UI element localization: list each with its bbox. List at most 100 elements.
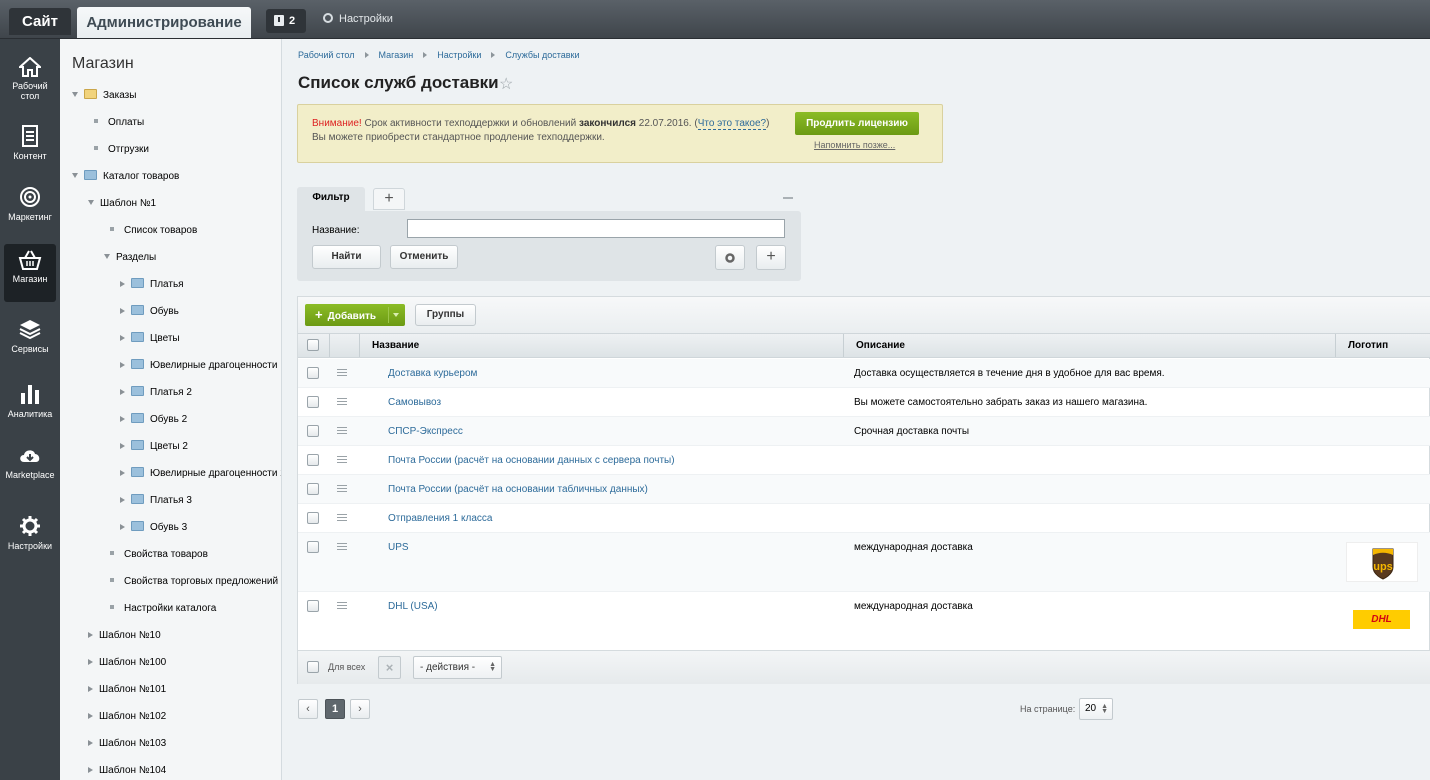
chevron-down-icon[interactable]	[88, 200, 94, 205]
chevron-right-icon[interactable]	[120, 416, 125, 422]
column-header-description[interactable]: Описание	[843, 334, 1335, 357]
current-page[interactable]: 1	[325, 699, 345, 719]
row-checkbox[interactable]	[307, 367, 319, 379]
drag-handle-icon[interactable]	[337, 485, 347, 492]
add-filter-tab-button[interactable]: +	[373, 188, 405, 210]
drag-handle-icon[interactable]	[337, 398, 347, 405]
find-button[interactable]: Найти	[312, 245, 381, 269]
minimize-icon[interactable]	[783, 197, 793, 199]
tree-item[interactable]: Список товаров	[104, 222, 197, 240]
drag-handle-icon[interactable]	[337, 456, 347, 463]
tab-site[interactable]: Сайт	[9, 8, 71, 35]
for-all-checkbox[interactable]	[307, 661, 319, 673]
renew-license-button[interactable]: Продлить лицензию	[795, 112, 919, 135]
prev-page-button[interactable]: ‹	[298, 699, 318, 719]
chevron-right-icon[interactable]	[88, 713, 93, 719]
row-checkbox[interactable]	[307, 396, 319, 408]
table-row[interactable]: UPS международная доставка ups	[298, 533, 1430, 592]
row-checkbox[interactable]	[307, 541, 319, 553]
nav-settings[interactable]: Настройки	[4, 509, 56, 567]
tree-item[interactable]: Цветы 2	[120, 438, 188, 456]
row-checkbox[interactable]	[307, 454, 319, 466]
chevron-right-icon[interactable]	[120, 443, 125, 449]
nav-analytics[interactable]: Аналитика	[4, 377, 56, 435]
drag-handle-icon[interactable]	[337, 427, 347, 434]
row-checkbox[interactable]	[307, 512, 319, 524]
nav-content[interactable]: Контент	[4, 119, 56, 177]
column-header-name[interactable]: Название	[359, 334, 843, 357]
add-field-button[interactable]: +	[756, 245, 786, 270]
delivery-name-link[interactable]: Почта России (расчёт на основании данных…	[388, 455, 675, 466]
breadcrumb-item[interactable]: Магазин	[379, 50, 414, 60]
table-row[interactable]: Почта России (расчёт на основании таблич…	[298, 475, 1430, 504]
chevron-right-icon[interactable]	[120, 470, 125, 476]
table-row[interactable]: Доставка курьером Доставка осуществляется…	[298, 359, 1430, 388]
chevron-right-icon[interactable]	[88, 740, 93, 746]
chevron-right-icon[interactable]	[88, 659, 93, 665]
filter-tab[interactable]: Фильтр	[297, 187, 365, 211]
breadcrumb-item[interactable]: Настройки	[437, 50, 481, 60]
delivery-name-link[interactable]: Самовывоз	[388, 397, 441, 408]
table-row[interactable]: Почта России (расчёт на основании данных…	[298, 446, 1430, 475]
notifications-button[interactable]: 2	[266, 9, 306, 33]
tree-item[interactable]: Платья 3	[120, 492, 192, 510]
tree-item[interactable]: Цветы	[120, 330, 180, 348]
tree-item[interactable]: Оплаты	[88, 114, 144, 132]
tree-item[interactable]: Обувь 3	[120, 519, 187, 537]
tree-item[interactable]: Каталог товаров	[72, 168, 179, 186]
groups-button[interactable]: Группы	[415, 304, 476, 326]
tree-item[interactable]: Шаблон №101	[88, 681, 166, 699]
chevron-right-icon[interactable]	[88, 686, 93, 692]
add-button[interactable]: + Добавить	[305, 304, 405, 326]
drag-handle-icon[interactable]	[337, 543, 347, 550]
select-all-checkbox[interactable]	[307, 339, 319, 351]
row-checkbox[interactable]	[307, 600, 319, 612]
column-header-logo[interactable]: Логотип	[1335, 334, 1430, 357]
tree-item[interactable]: Шаблон №10	[88, 627, 161, 645]
next-page-button[interactable]: ›	[350, 699, 370, 719]
row-checkbox[interactable]	[307, 483, 319, 495]
delivery-name-link[interactable]: Доставка курьером	[388, 368, 477, 379]
delivery-name-link[interactable]: UPS	[388, 542, 409, 553]
tree-item[interactable]: Заказы	[72, 87, 136, 105]
per-page-select[interactable]: 20 ▲ ▼	[1079, 698, 1113, 720]
chevron-right-icon[interactable]	[120, 524, 125, 530]
chevron-right-icon[interactable]	[88, 767, 93, 773]
nav-marketplace[interactable]: Marketplace	[4, 440, 56, 498]
tree-item[interactable]: Отгрузки	[88, 141, 149, 159]
table-row[interactable]: Самовывоз Вы можете самостоятельно забрат…	[298, 388, 1430, 417]
name-input[interactable]	[407, 219, 785, 238]
chevron-down-icon[interactable]	[72, 92, 78, 97]
tree-item[interactable]: Платья	[120, 276, 184, 294]
tree-item[interactable]: Платья 2	[120, 384, 192, 402]
table-row[interactable]: DHL (USA) международная доставка DHL	[298, 592, 1430, 651]
tree-item[interactable]: Шаблон №102	[88, 708, 166, 726]
breadcrumb-item[interactable]: Рабочий стол	[298, 50, 355, 60]
tab-administration[interactable]: Администрирование	[77, 7, 251, 38]
drag-handle-icon[interactable]	[337, 602, 347, 609]
delivery-name-link[interactable]: Отправления 1 класса	[388, 513, 492, 524]
delivery-name-link[interactable]: DHL (USA)	[388, 601, 438, 612]
chevron-right-icon[interactable]	[120, 389, 125, 395]
cancel-button[interactable]: Отменить	[390, 245, 458, 269]
table-row[interactable]: Отправления 1 класса	[298, 504, 1430, 533]
chevron-right-icon[interactable]	[120, 497, 125, 503]
chevron-right-icon[interactable]	[120, 362, 125, 368]
delete-button[interactable]: ×	[378, 656, 401, 679]
row-checkbox[interactable]	[307, 425, 319, 437]
tree-item[interactable]: Обувь	[120, 303, 179, 321]
chevron-right-icon[interactable]	[120, 281, 125, 287]
filter-settings-button[interactable]	[715, 245, 745, 270]
tree-item[interactable]: Свойства товаров	[104, 546, 208, 564]
delivery-name-link[interactable]: СПСР-Экспресс	[388, 426, 463, 437]
tree-item[interactable]: Шаблон №103	[88, 735, 166, 753]
chevron-down-icon[interactable]	[72, 173, 78, 178]
nav-desktop[interactable]: Рабочий стол	[4, 51, 56, 109]
tree-item[interactable]: Ювелирные драгоценности	[120, 357, 277, 375]
tree-item[interactable]: Ювелирные драгоценности 2	[120, 465, 281, 483]
tree-item[interactable]: Настройки каталога	[104, 600, 216, 618]
nav-shop[interactable]: Магазин	[4, 244, 56, 302]
tree-item[interactable]: Шаблон №100	[88, 654, 166, 672]
tree-item[interactable]: Обувь 2	[120, 411, 187, 429]
remind-later-link[interactable]: Напомнить позже...	[814, 140, 895, 150]
